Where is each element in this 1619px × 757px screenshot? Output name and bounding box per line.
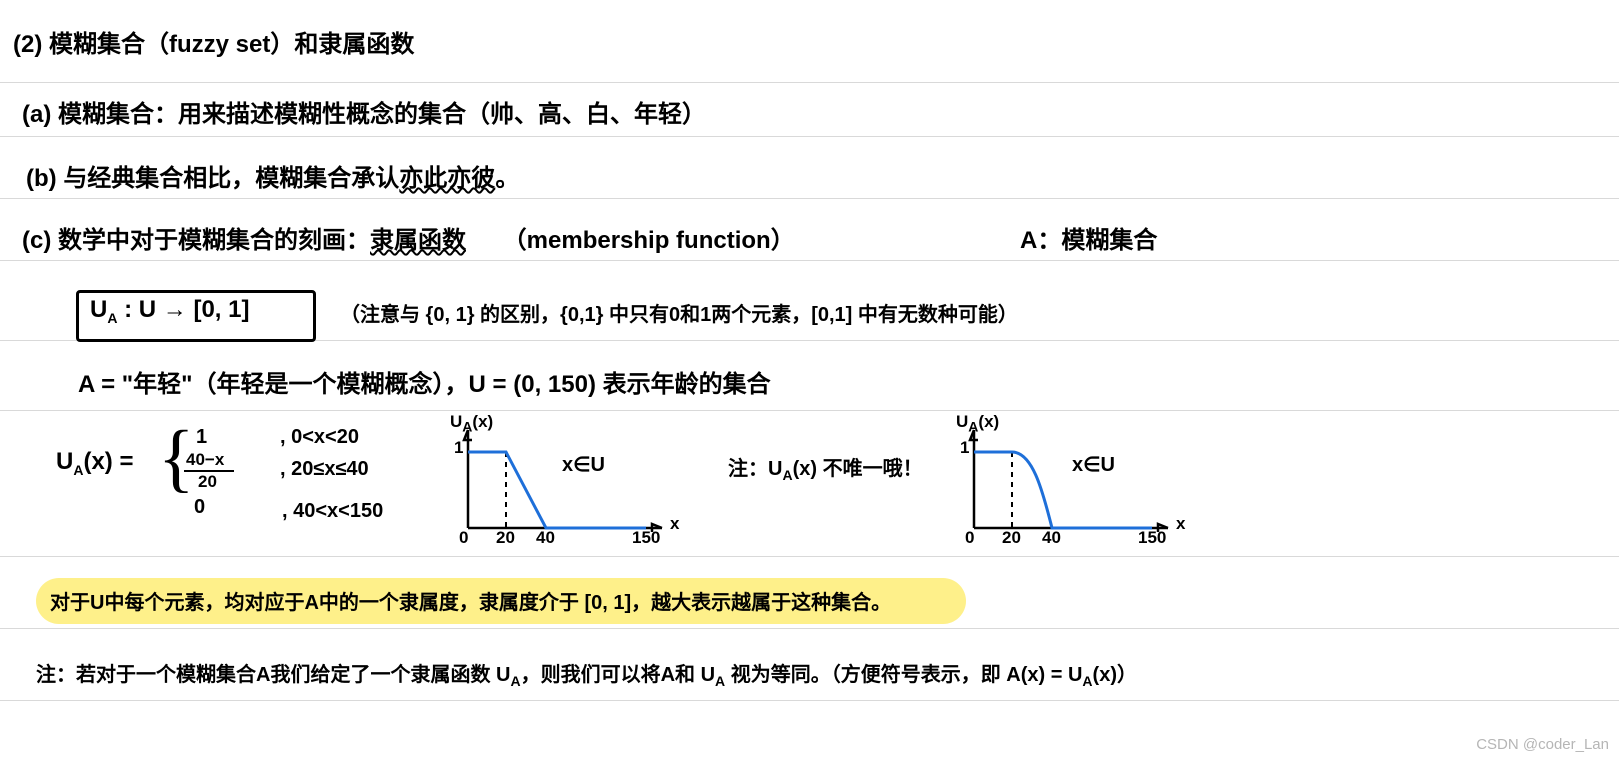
ua-mapping-note: （注意与 {0, 1} 的区别，{0,1} 中只有0和1两个元素，[0,1] 中… [340, 298, 1018, 327]
mid-note-sub: A [782, 467, 792, 483]
plot2-tick-0: 0 [965, 528, 974, 548]
fn-row1-val: 1 [196, 426, 207, 449]
fn-row2-den: 20 [198, 472, 217, 492]
foot-sub1: A [510, 673, 520, 689]
plot1-tick-0: 0 [459, 528, 468, 548]
example-a-young: A = "年轻"（年轻是一个模糊概念），U = (0, 150) 表示年龄的集合 [78, 364, 771, 399]
footer-note: 注：若对于一个模糊集合A我们给定了一个隶属函数 UA，则我们可以将A和 UA 视… [36, 658, 1137, 689]
plot2-ylabel: UA(x) [956, 412, 999, 434]
foot-end: (x)） [1093, 664, 1137, 686]
plot1-y-arg: (x) [472, 412, 493, 431]
plot2-y-u: U [956, 412, 968, 431]
fn-row1-cond: , 0<x<20 [280, 426, 359, 449]
plot2-y-a: A [968, 418, 978, 434]
ua-symbol-u: U [90, 296, 107, 323]
plot1-tick-150: 150 [632, 528, 660, 548]
plot1-tick-20: 20 [496, 528, 515, 548]
plot2-tick-1: 1 [960, 438, 969, 458]
point-c-pre: (c) 数学中对于模糊集合的刻画： [22, 227, 370, 254]
fn-lhs-arg: (x) = [83, 448, 133, 475]
highlight-text: 对于U中每个元素，均对应于A中的一个隶属度，隶属度介于 [0, 1]，越大表示越… [50, 586, 891, 615]
point-a: (a) 模糊集合：用来描述模糊性概念的集合（帅、高、白、年轻） [22, 94, 706, 129]
point-c-right: A：模糊集合 [1020, 220, 1157, 255]
foot-mid2: 视为等同。（方便符号表示，即 A(x) = U [725, 664, 1082, 686]
plot2-tick-150: 150 [1138, 528, 1166, 548]
point-b-pre: (b) 与经典集合相比，模糊集合承认 [26, 165, 399, 192]
plot1-tick-1: 1 [454, 438, 463, 458]
point-c-emph: 隶属函数 [370, 227, 466, 254]
plot1-y-a: A [462, 418, 472, 434]
point-c: (c) 数学中对于模糊集合的刻画：隶属函数 （membership functi… [22, 220, 795, 255]
plot2-tick-40: 40 [1042, 528, 1061, 548]
point-c-english: （membership function） [503, 227, 795, 254]
point-b-post: 。 [495, 165, 519, 192]
fn-row3-val: 0 [194, 496, 205, 519]
point-b: (b) 与经典集合相比，模糊集合承认亦此亦彼。 [26, 158, 519, 193]
point-b-emph: 亦此亦彼 [399, 165, 495, 192]
plot2-y-arg: (x) [978, 412, 999, 431]
non-unique-note: 注：UA(x) 不唯一哦！ [728, 452, 923, 483]
plot2-xlabel: x [1176, 514, 1185, 534]
fn-lhs: UA(x) = [56, 448, 133, 478]
plot2-tick-20: 20 [1002, 528, 1021, 548]
plot1-domain: x∈U [562, 452, 605, 477]
plot2-domain: x∈U [1072, 452, 1115, 477]
notebook-page: (2) 模糊集合（fuzzy set）和隶属函数 (a) 模糊集合：用来描述模糊… [0, 0, 1619, 757]
mid-note-post: (x) 不唯一哦！ [793, 458, 923, 480]
fn-row3-cond: , 40<x<150 [282, 500, 383, 523]
plot1-ylabel: UA(x) [450, 412, 493, 434]
mid-note-pre: 注：U [728, 458, 782, 480]
foot-sub3: A [1082, 673, 1092, 689]
foot-pre: 注：若对于一个模糊集合A我们给定了一个隶属函数 U [36, 664, 510, 686]
watermark: CSDN @coder_Lan [1476, 736, 1609, 753]
fn-lhs-sub-a: A [73, 462, 83, 478]
section-heading: (2) 模糊集合（fuzzy set）和隶属函数 [13, 24, 414, 59]
fn-lhs-u: U [56, 448, 73, 475]
ua-mapping-body: : U → [0, 1] [117, 296, 249, 323]
fn-row2-cond: , 20≤x≤40 [280, 458, 369, 481]
plot1-xlabel: x [670, 514, 679, 534]
foot-sub2: A [715, 673, 725, 689]
foot-mid1: ，则我们可以将A和 U [521, 664, 715, 686]
ua-mapping: UA : U → [0, 1] [90, 296, 249, 326]
plot1-y-u: U [450, 412, 462, 431]
plot1-tick-40: 40 [536, 528, 555, 548]
ua-symbol-sub-a: A [107, 310, 117, 326]
fn-row2-num: 40−x [186, 450, 224, 470]
